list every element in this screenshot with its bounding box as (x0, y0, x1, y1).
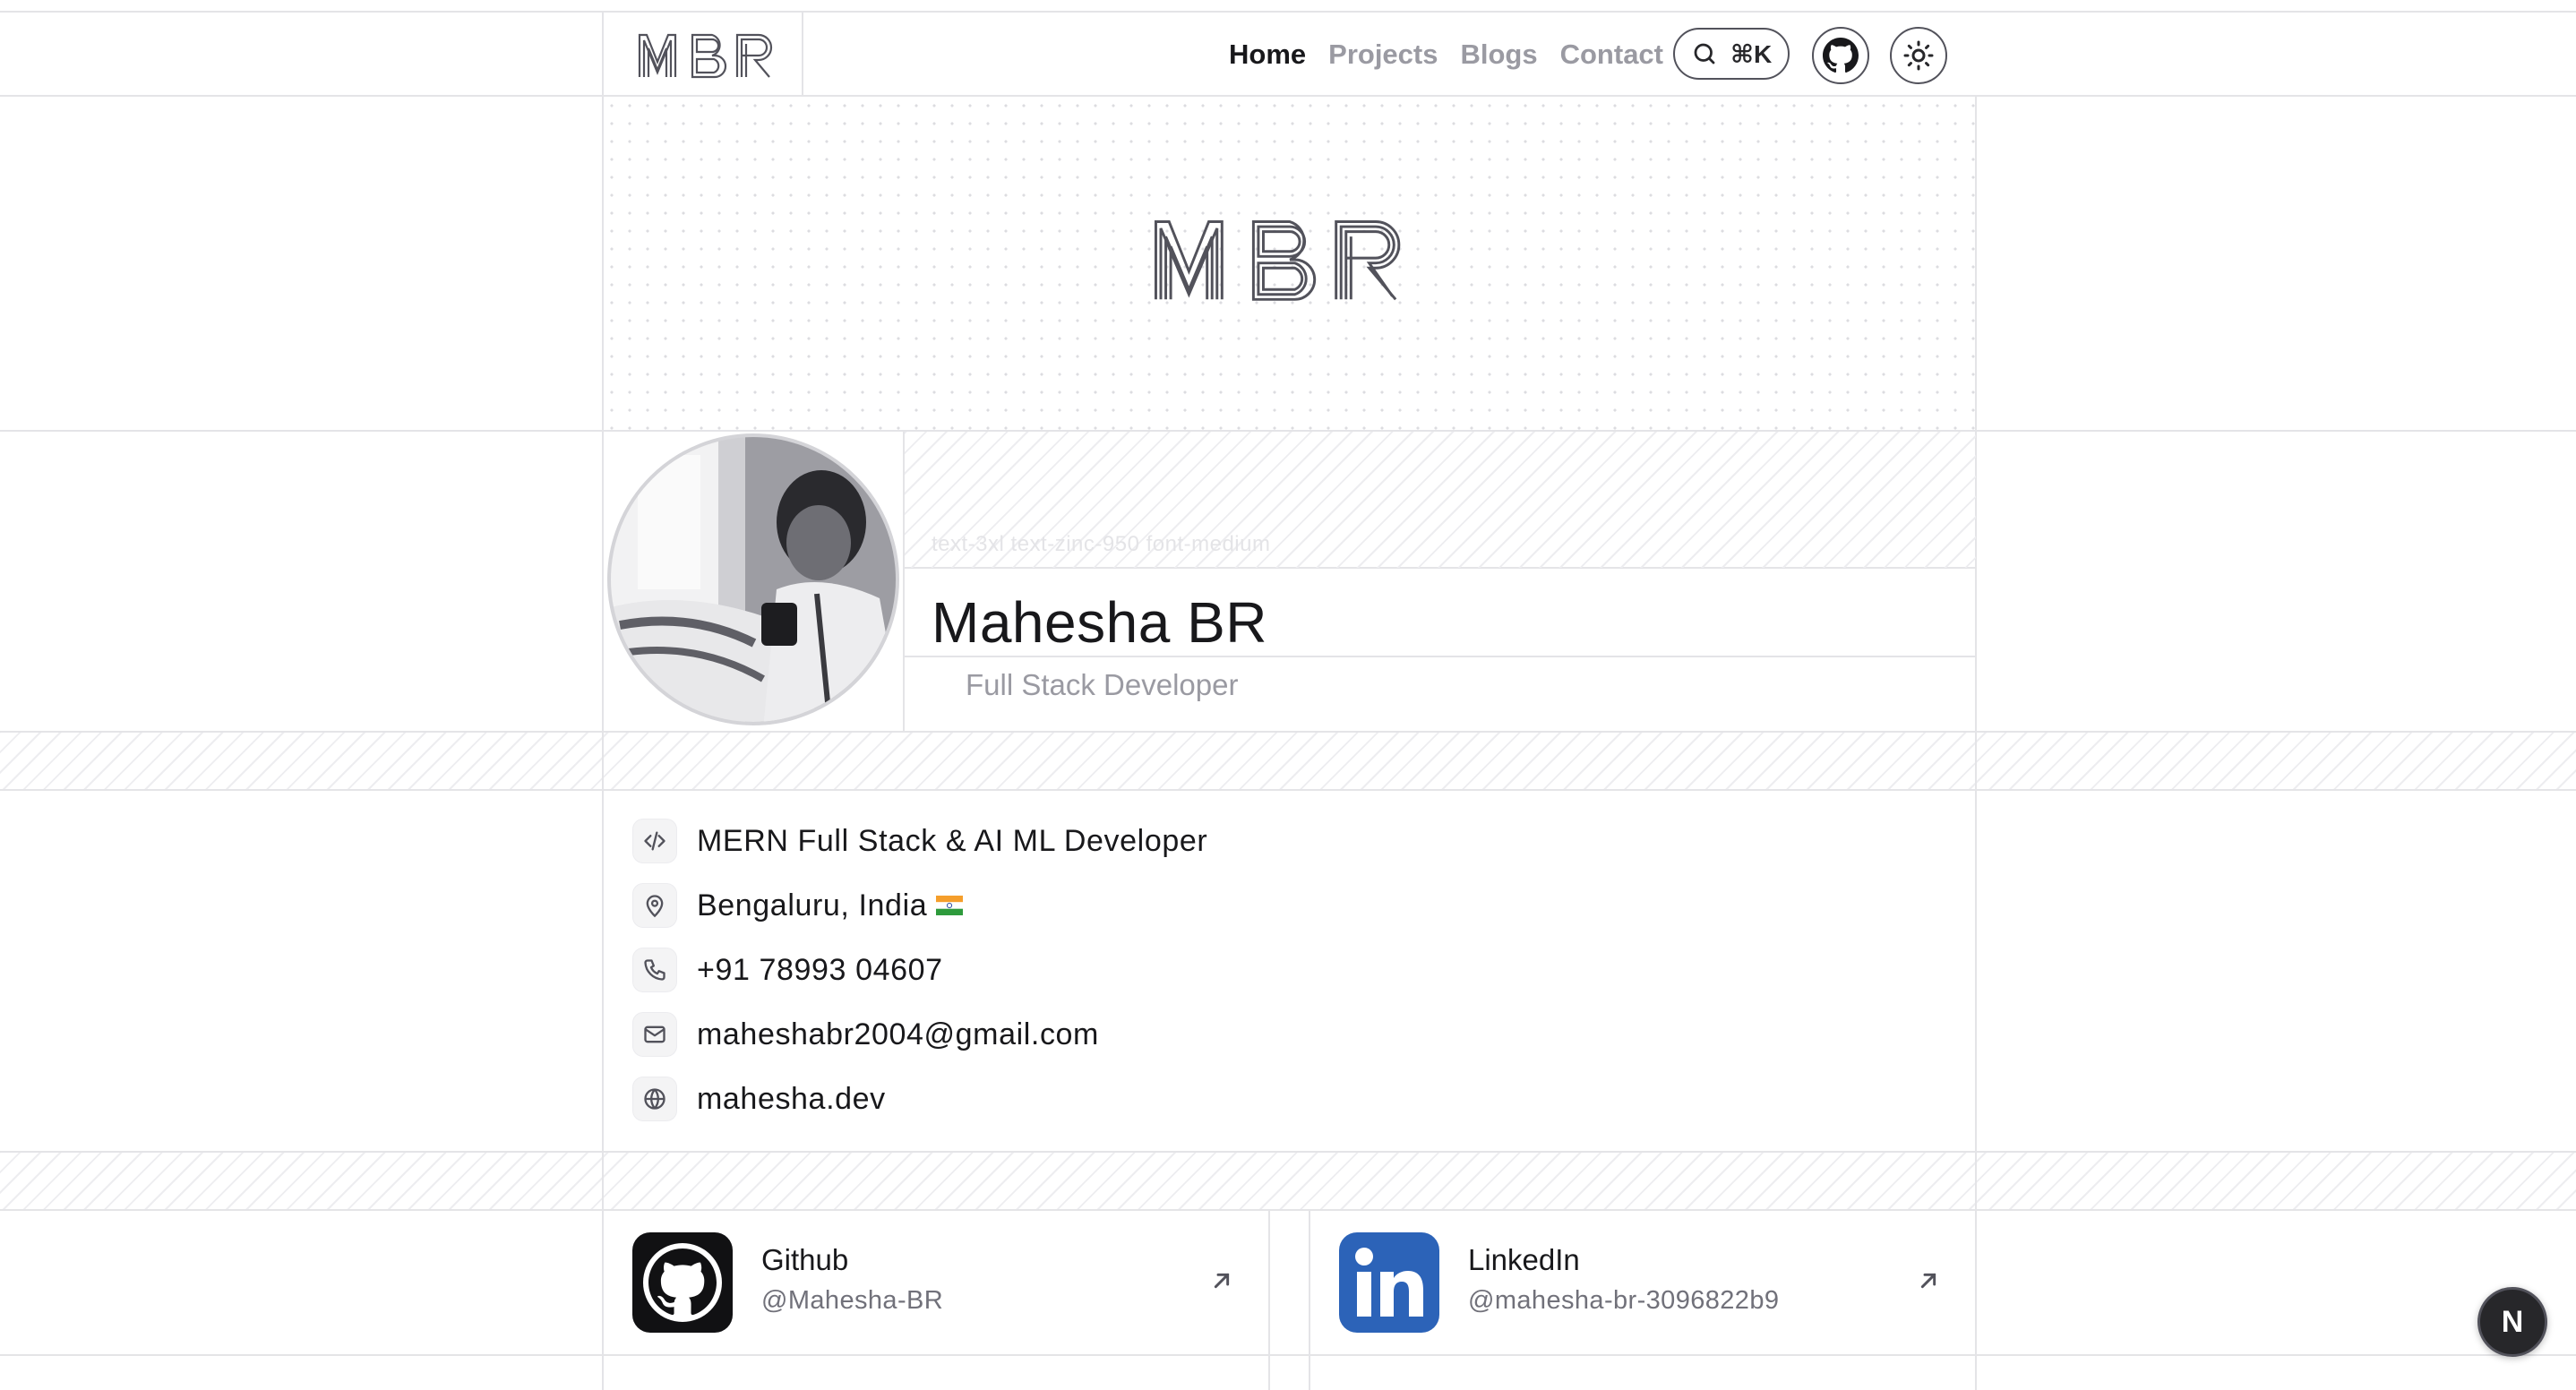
info-text[interactable]: maheshabr2004@gmail.com (697, 1017, 1099, 1052)
github-logo-icon (632, 1232, 733, 1333)
class-hint: text-3xl text-zinc-950 font-medium (932, 532, 1271, 556)
info-text: MERN Full Stack & AI ML Developer (697, 823, 1208, 858)
logo-divider (802, 11, 803, 95)
profile-role: Full Stack Developer (966, 668, 1239, 701)
map-pin-icon (632, 883, 677, 928)
card-handle: @Mahesha-BR (761, 1286, 944, 1315)
mail-icon (632, 1012, 677, 1057)
code-icon (632, 819, 677, 863)
fab-label: N (2501, 1304, 2524, 1339)
nav-home[interactable]: Home (1229, 39, 1306, 71)
mbr-logo-icon (638, 33, 773, 79)
theme-toggle-button[interactable] (1890, 27, 1947, 84)
profile-name: Mahesha BR (932, 590, 1267, 655)
hero-banner (603, 97, 1977, 430)
card-divider-left (1268, 1209, 1270, 1390)
card-handle: @mahesha-br-3096822b9 (1468, 1286, 1780, 1315)
search-shortcut: ⌘K (1730, 39, 1773, 68)
arrow-up-right-icon (1920, 1273, 1936, 1289)
info-row-email: maheshabr2004@gmail.com (632, 1012, 1099, 1057)
mbr-banner-logo-icon (1154, 220, 1401, 301)
github-button[interactable] (1812, 27, 1869, 84)
nav-projects[interactable]: Projects (1328, 39, 1438, 71)
info-row-role: MERN Full Stack & AI ML Developer (632, 819, 1207, 863)
linkedin-logo-icon (1339, 1232, 1439, 1333)
nextjs-dev-button[interactable]: N (2477, 1287, 2547, 1357)
india-flag-icon (936, 896, 964, 915)
main-nav: Home Projects Blogs Contact (1229, 13, 1686, 97)
avatar (607, 433, 899, 725)
info-row-website: mahesha.dev (632, 1077, 886, 1121)
avatar-photo-icon (611, 437, 896, 722)
divider-border-4 (0, 1209, 2576, 1211)
info-text: Bengaluru, India (697, 888, 928, 922)
divider-border-2 (0, 789, 2576, 791)
divider-border-1 (0, 731, 2576, 733)
sun-icon (1903, 40, 1934, 71)
divider-hatch-2 (0, 1151, 2576, 1210)
arrow-up-right-icon (1214, 1273, 1230, 1289)
globe-icon (632, 1077, 677, 1121)
nav-contact[interactable]: Contact (1560, 39, 1663, 71)
name-bottom-border (903, 656, 1975, 657)
card-title: Github (761, 1243, 849, 1276)
github-card[interactable]: Github @Mahesha-BR (604, 1211, 1268, 1354)
linkedin-card[interactable]: LinkedIn @mahesha-br-3096822b9 (1310, 1211, 1975, 1354)
divider-hatch-1 (0, 731, 2576, 790)
cards-bottom-border (0, 1354, 2576, 1356)
nav-blogs[interactable]: Blogs (1460, 39, 1537, 71)
search-button[interactable]: ⌘K (1673, 28, 1790, 80)
logo-link[interactable] (603, 13, 802, 97)
phone-icon (632, 948, 677, 992)
divider-border-3 (0, 1151, 2576, 1153)
search-icon (1694, 43, 1715, 64)
info-text[interactable]: +91 78993 04607 (697, 953, 943, 988)
info-text[interactable]: mahesha.dev (697, 1082, 886, 1117)
github-icon (1823, 38, 1859, 73)
card-title: LinkedIn (1468, 1243, 1580, 1276)
info-row-location: Bengaluru, India (632, 883, 964, 928)
info-row-phone: +91 78993 04607 (632, 948, 943, 992)
